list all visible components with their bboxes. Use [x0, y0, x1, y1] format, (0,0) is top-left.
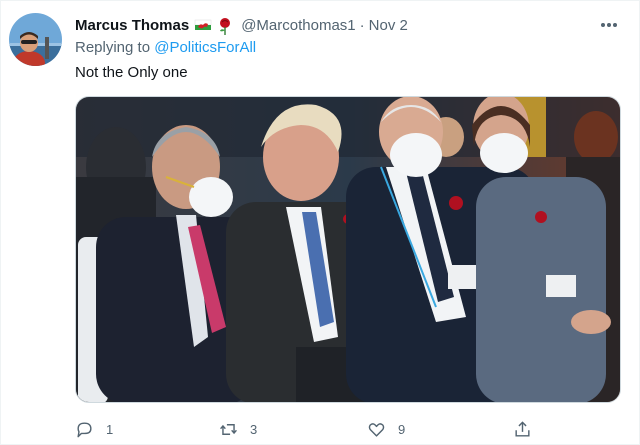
tweet-header: Marcus Thomas @Marcothomas1 · Nov 2 — [75, 15, 408, 35]
replying-to-mention[interactable]: @PoliticsForAll — [154, 39, 256, 56]
reply-count: 1 — [106, 421, 114, 437]
share-icon — [515, 420, 530, 437]
retweet-button[interactable]: 3 — [219, 415, 257, 443]
avatar[interactable] — [9, 13, 62, 66]
tweet-text: Not the Only one — [75, 64, 188, 81]
like-button[interactable]: 9 — [367, 415, 405, 443]
retweet-icon — [220, 423, 237, 435]
wales-flag-icon — [194, 17, 212, 33]
heart-icon — [368, 422, 385, 437]
like-count: 9 — [398, 421, 406, 437]
tweet-media-photo[interactable] — [75, 96, 621, 403]
reply-icon — [77, 421, 92, 437]
separator-dot: · — [359, 16, 365, 34]
author-handle[interactable]: @Marcothomas1 — [241, 17, 355, 34]
rose-icon — [217, 17, 235, 35]
more-options-button[interactable] — [597, 13, 621, 37]
more-icon — [601, 23, 617, 27]
photo-illustration — [76, 97, 620, 402]
avatar-photo — [9, 13, 62, 66]
author-name[interactable]: Marcus Thomas — [75, 17, 189, 34]
tweet-date[interactable]: Nov 2 — [369, 17, 408, 34]
reply-button[interactable]: 1 — [75, 415, 113, 443]
tweet-actions-bar: 1 3 9 — [75, 415, 621, 443]
retweet-count: 3 — [250, 421, 258, 437]
replying-to-line: Replying to @PoliticsForAll — [75, 39, 256, 56]
tweet-card[interactable]: Marcus Thomas @Marcothomas1 · Nov 2 Repl… — [0, 0, 640, 445]
share-button[interactable] — [513, 415, 532, 443]
replying-to-prefix: Replying to — [75, 39, 151, 56]
